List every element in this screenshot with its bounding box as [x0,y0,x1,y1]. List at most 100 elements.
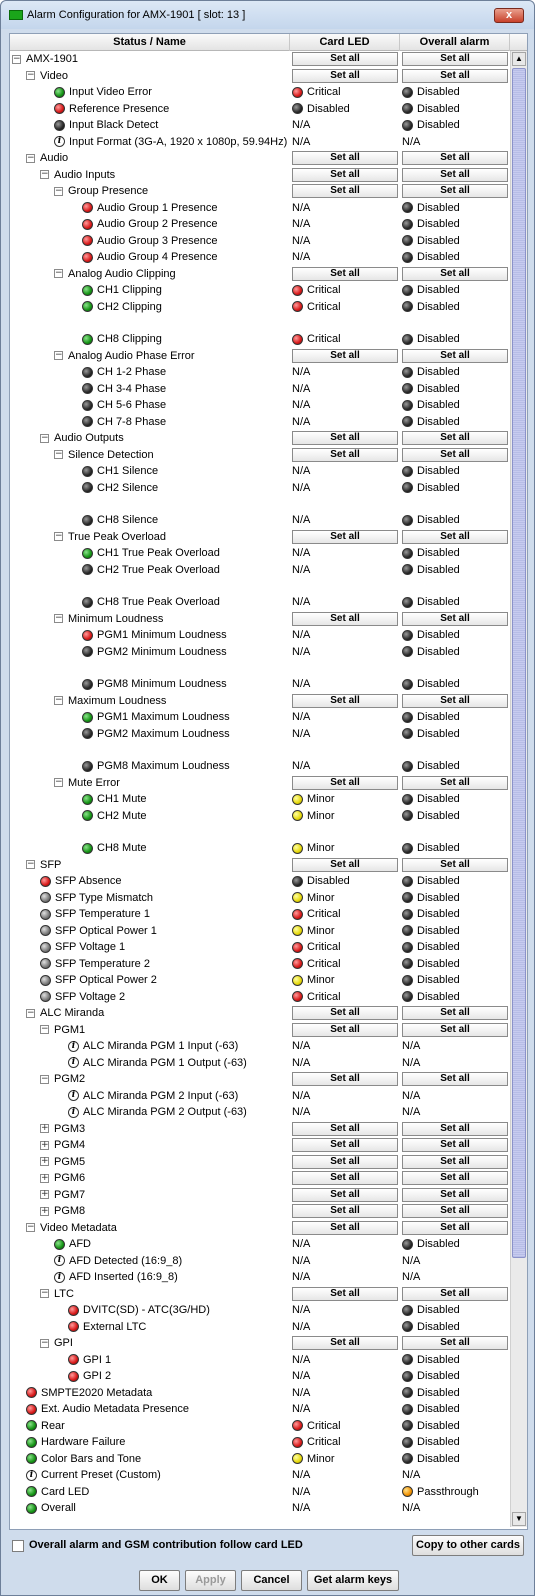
overall-alarm-value[interactable]: Disabled [402,906,460,923]
expand-toggle-icon[interactable]: + [40,1206,49,1216]
card-led-value[interactable]: N/A [292,562,310,579]
tree-alarm-row[interactable]: i ALC Miranda PGM 1 Input (-63) N/A N/A [10,1038,510,1055]
set-all-overall-alarm-button[interactable]: Set all [402,151,508,165]
tree-alarm-row[interactable]: GPI 1 N/A Disabled [10,1352,510,1369]
tree-alarm-row[interactable]: PGM2 Minimum Loudness N/A Disabled [10,644,510,661]
overall-alarm-value[interactable]: Disabled [402,117,460,134]
card-led-value[interactable]: N/A [292,1319,310,1336]
card-led-value[interactable]: Minor [292,1451,335,1468]
card-led-value[interactable]: Critical [292,906,341,923]
tree-alarm-row[interactable]: CH2 Clipping Critical Disabled [10,299,510,316]
card-led-value[interactable]: N/A [292,1368,310,1385]
collapse-toggle-icon[interactable]: − [26,1008,35,1018]
collapse-toggle-icon[interactable]: − [54,696,63,706]
set-all-card-led-button[interactable]: Set all [292,68,398,83]
set-all-overall-alarm-button[interactable]: Set all [402,1022,508,1037]
overall-alarm-value[interactable]: Disabled [402,1352,460,1369]
set-all-overall-alarm-button[interactable]: Set all [402,1220,508,1235]
tree-alarm-row[interactable]: AFD N/A Disabled [10,1236,510,1253]
tree-group-row[interactable]: − Audio Inputs Set all Set all [10,167,510,184]
overall-alarm-value[interactable]: Disabled [402,233,460,250]
set-all-overall-alarm-button[interactable]: Set all [402,1006,508,1020]
collapse-toggle-icon[interactable]: − [54,351,63,361]
set-all-overall-alarm-button[interactable]: Set all [402,1204,508,1218]
card-led-value[interactable]: Minor [292,890,335,907]
scroll-up-arrow-icon[interactable]: ▲ [512,52,526,66]
card-led-value[interactable]: N/A [292,200,310,217]
tree-alarm-row[interactable]: SFP Absence Disabled Disabled [10,873,510,890]
set-all-card-led-button[interactable]: Set all [292,266,398,281]
card-led-value[interactable]: N/A [292,1038,310,1055]
card-led-value[interactable]: N/A [292,758,310,775]
overall-alarm-value[interactable]: Disabled [402,480,460,497]
card-led-value[interactable]: N/A [292,463,310,480]
tree-group-row[interactable]: − PGM1 Set all Set all [10,1022,510,1039]
tree-alarm-row[interactable]: Input Video Error Critical Disabled [10,84,510,101]
collapse-toggle-icon[interactable]: − [40,1338,49,1348]
tree-alarm-row[interactable]: SFP Type Mismatch Minor Disabled [10,890,510,907]
copy-to-other-cards-button[interactable]: Copy to other cards [412,1535,524,1556]
collapse-toggle-icon[interactable]: − [40,1025,49,1035]
overall-alarm-value[interactable]: Disabled [402,1451,460,1468]
tree-alarm-row[interactable]: Card LED N/A Passthrough [10,1484,510,1501]
tree-alarm-row[interactable]: PGM8 Minimum Loudness N/A Disabled [10,676,510,693]
tree-alarm-row[interactable]: CH2 Silence N/A Disabled [10,480,510,497]
tree-alarm-row[interactable]: i AFD Inserted (16:9_8) N/A N/A [10,1269,510,1286]
overall-alarm-value[interactable]: Disabled [402,1302,460,1319]
tree-alarm-row[interactable]: CH1 Silence N/A Disabled [10,463,510,480]
overall-alarm-value[interactable]: N/A [402,1269,420,1286]
overall-alarm-value[interactable]: N/A [402,1038,420,1055]
scrollbar-thumb[interactable] [512,68,526,1258]
overall-alarm-value[interactable]: Disabled [402,923,460,940]
set-all-card-led-button[interactable]: Set all [292,857,398,872]
overall-alarm-value[interactable]: Disabled [402,512,460,529]
tree-alarm-row[interactable]: Overall N/A N/A [10,1500,510,1517]
set-all-overall-alarm-button[interactable]: Set all [402,1154,508,1169]
collapse-toggle-icon[interactable]: − [40,170,49,180]
tree-group-row[interactable]: + PGM4 Set all Set all [10,1137,510,1154]
tree-alarm-row[interactable]: External LTC N/A Disabled [10,1319,510,1336]
card-led-value[interactable]: Critical [292,299,341,316]
overall-alarm-value[interactable]: N/A [402,1467,420,1484]
card-led-value[interactable]: N/A [292,1104,310,1121]
tree-group-row[interactable]: − ALC Miranda Set all Set all [10,1005,510,1022]
collapse-toggle-icon[interactable]: − [12,54,21,64]
expand-toggle-icon[interactable]: + [40,1190,49,1200]
collapse-toggle-icon[interactable]: − [26,1223,35,1233]
card-led-value[interactable]: Minor [292,791,335,808]
set-all-overall-alarm-button[interactable]: Set all [402,529,508,544]
tree-alarm-row[interactable]: CH 1-2 Phase N/A Disabled [10,364,510,381]
overall-alarm-value[interactable]: N/A [402,1104,420,1121]
overall-alarm-value[interactable]: Disabled [402,1434,460,1451]
overall-alarm-value[interactable]: Disabled [402,414,460,431]
tree-group-row[interactable]: − Video Set all Set all [10,68,510,85]
overall-alarm-value[interactable]: N/A [402,1055,420,1072]
card-led-value[interactable]: N/A [292,249,310,266]
cancel-button[interactable]: Cancel [241,1570,302,1591]
expand-toggle-icon[interactable]: + [40,1173,49,1183]
tree-group-row[interactable]: + PGM8 Set all Set all [10,1203,510,1220]
overall-alarm-value[interactable]: Disabled [402,594,460,611]
set-all-card-led-button[interactable]: Set all [292,1220,398,1235]
overall-alarm-value[interactable]: Disabled [402,216,460,233]
card-led-value[interactable]: N/A [292,1236,310,1253]
overall-alarm-value[interactable]: Disabled [402,101,460,118]
tree-alarm-row[interactable]: i Input Format (3G-A, 1920 x 1080p, 59.94… [10,134,510,151]
card-led-value[interactable]: N/A [292,594,310,611]
set-all-card-led-button[interactable]: Set all [292,1006,398,1020]
set-all-card-led-button[interactable]: Set all [292,1187,398,1202]
overall-alarm-value[interactable]: Disabled [402,299,460,316]
tree-alarm-row[interactable]: Color Bars and Tone Minor Disabled [10,1451,510,1468]
overall-alarm-value[interactable]: N/A [402,1500,420,1517]
card-led-value[interactable]: N/A [292,1253,310,1270]
card-led-value[interactable]: N/A [292,1055,310,1072]
column-header-card-led[interactable]: Card LED [290,34,400,51]
card-led-value[interactable]: Critical [292,1434,341,1451]
card-led-value[interactable]: N/A [292,1484,310,1501]
set-all-card-led-button[interactable]: Set all [292,447,398,462]
set-all-card-led-button[interactable]: Set all [292,529,398,544]
tree-alarm-row[interactable]: CH1 True Peak Overload N/A Disabled [10,545,510,562]
set-all-card-led-button[interactable]: Set all [292,1138,398,1152]
follow-card-led-checkbox[interactable] [12,1540,24,1552]
tree-alarm-row[interactable]: SMPTE2020 Metadata N/A Disabled [10,1385,510,1402]
